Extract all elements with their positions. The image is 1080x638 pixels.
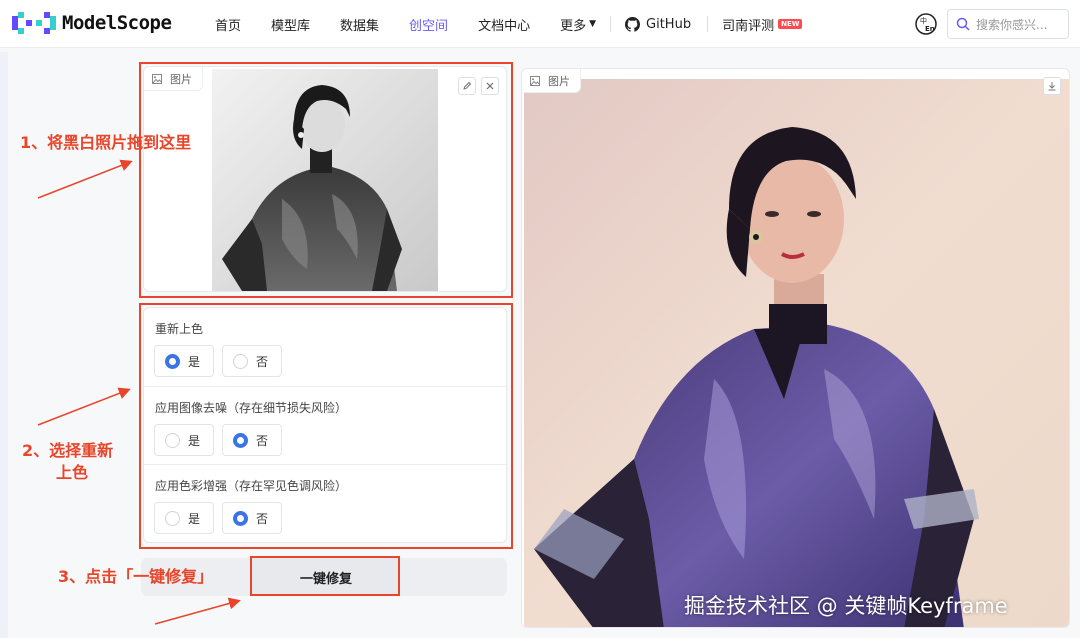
radio-label: 否	[256, 433, 269, 448]
nav-menu: 首页 模型库 数据集 创空间 文档中心 更多 ▼ GitHub 司南评测 NEW	[215, 0, 832, 48]
language-switch-icon[interactable]: 中 En	[914, 12, 938, 36]
input-image-label: 图片	[144, 67, 203, 91]
radio-recolor-no[interactable]: 否	[222, 345, 282, 377]
nav-item-datasets[interactable]: 数据集	[340, 15, 379, 34]
radio-unchecked-icon	[165, 432, 180, 448]
svg-text:中: 中	[920, 16, 927, 25]
option-title: 应用图像去噪（存在细节损失风险）	[155, 401, 348, 415]
clear-image-button[interactable]	[481, 77, 499, 95]
github-icon	[625, 16, 641, 32]
radio-checked-icon	[233, 432, 248, 448]
edit-image-button[interactable]	[458, 77, 476, 95]
image-icon	[152, 73, 162, 84]
output-label-text: 图片	[548, 74, 570, 88]
annotation-step2-line1: 2、选择重新	[22, 441, 114, 460]
nav-item-home[interactable]: 首页	[215, 15, 241, 34]
github-label: GitHub	[646, 16, 692, 32]
input-image-dropzone[interactable]: 图片	[143, 66, 507, 292]
watermark: 掘金技术社区 @ 关键帧Keyframe	[684, 594, 1008, 618]
radio-recolor-yes[interactable]: 是	[154, 345, 214, 377]
option-title: 应用色彩增强（存在罕见色调风险）	[155, 479, 348, 493]
radio-denoise-yes[interactable]: 是	[154, 424, 214, 456]
option-color-enhance: 应用色彩增强（存在罕见色调风险） 是 否	[144, 464, 508, 542]
left-strip	[0, 52, 8, 638]
option-denoise: 应用图像去噪（存在细节损失风险） 是 否	[144, 386, 508, 464]
logo-icon	[12, 12, 56, 34]
option-title: 重新上色	[155, 322, 204, 336]
nav-item-github[interactable]: GitHub	[625, 16, 692, 32]
radio-label: 否	[256, 511, 269, 526]
arrow-step2	[37, 387, 131, 426]
caret-down-icon: ▼	[589, 19, 597, 29]
radio-checked-icon	[165, 353, 180, 369]
annotation-step1: 1、将黑白照片拖到这里	[20, 133, 192, 152]
nav-item-models[interactable]: 模型库	[271, 15, 310, 34]
nav-divider	[707, 16, 709, 32]
nav-divider	[610, 16, 612, 32]
radio-label: 是	[188, 354, 201, 369]
search-placeholder: 搜索你感兴...	[976, 17, 1048, 32]
nav-item-more[interactable]: 更多 ▼	[560, 15, 596, 34]
radio-enhance-no[interactable]: 否	[222, 502, 282, 534]
nav-item-more-label: 更多	[560, 18, 587, 34]
output-image-label: 图片	[522, 69, 581, 93]
new-badge: NEW	[778, 19, 803, 29]
radio-enhance-yes[interactable]: 是	[154, 502, 214, 534]
download-icon	[1048, 82, 1056, 91]
repair-button[interactable]: 一键修复	[252, 558, 400, 596]
arrow-step3	[154, 597, 241, 625]
nav-item-studios[interactable]: 创空间	[409, 15, 448, 34]
colorized-output-photo	[524, 79, 1069, 627]
eval-label: 司南评测	[722, 18, 775, 34]
annotation-step2-line2: 上色	[56, 463, 89, 482]
option-recolor: 重新上色 是 否	[144, 308, 508, 386]
radio-label: 是	[188, 511, 201, 526]
search-input[interactable]: 搜索你感兴...	[947, 9, 1069, 39]
options-panel: 重新上色 是 否 应用图像去噪（存在细节损失风险） 是 否 应用色彩增强（存在罕…	[143, 307, 508, 543]
radio-checked-icon	[233, 510, 248, 526]
input-label-text: 图片	[170, 72, 192, 86]
radio-denoise-no[interactable]: 否	[222, 424, 282, 456]
download-button[interactable]	[1043, 77, 1061, 95]
top-nav: ModelScope 首页 模型库 数据集 创空间 文档中心 更多 ▼ GitH…	[0, 0, 1080, 48]
logo-text: ModelScope	[62, 12, 172, 34]
close-icon	[486, 82, 494, 90]
nav-item-eval[interactable]: 司南评测 NEW	[722, 15, 803, 34]
search-icon	[956, 17, 970, 31]
annotation-step3: 3、点击「一键修复」	[58, 567, 214, 586]
svg-text:En: En	[925, 25, 935, 33]
arrow-step1	[37, 159, 133, 199]
radio-label: 否	[256, 354, 269, 369]
edit-icon	[463, 81, 472, 90]
radio-label: 是	[188, 433, 201, 448]
radio-unchecked-icon	[165, 510, 180, 526]
image-icon	[530, 75, 540, 86]
modelscope-logo[interactable]: ModelScope	[12, 12, 172, 34]
radio-unchecked-icon	[233, 353, 248, 369]
bw-input-photo	[212, 69, 438, 291]
output-image-panel: 图片	[521, 68, 1070, 628]
nav-item-docs[interactable]: 文档中心	[478, 15, 530, 34]
